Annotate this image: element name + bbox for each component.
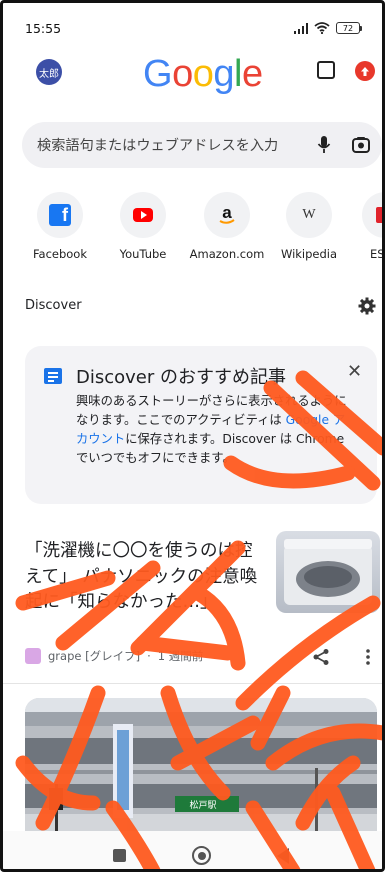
status-bar: 15:55 72 [25, 17, 362, 39]
logo-letter: l [233, 53, 242, 95]
logo-letter: e [241, 53, 263, 95]
promo-body: 興味のあるストーリーがさらに表示されるようになります。ここでのアクティビティは … [76, 394, 347, 465]
feed-divider [3, 683, 382, 684]
article-title[interactable]: 「洗濯機に〇〇を使うのは控えて」 パナソニックの注意喚起に「知らなかった…」 [25, 539, 265, 616]
account-avatar[interactable]: 太郎 [36, 59, 62, 85]
battery-icon: 72 [336, 22, 362, 34]
discover-header: Discover [25, 298, 82, 313]
logo-letter: G [143, 53, 173, 95]
article-thumbnail[interactable] [276, 531, 380, 613]
amazon-icon: a [219, 204, 235, 224]
mic-icon[interactable] [317, 135, 331, 155]
facebook-icon: f [49, 204, 71, 226]
close-icon[interactable]: ✕ [347, 363, 362, 381]
status-time: 15:55 [25, 20, 62, 36]
logo-letter: o [172, 53, 193, 95]
update-icon[interactable] [355, 61, 375, 81]
station-sign: 松戸駅 [189, 799, 216, 811]
shortcut-youtube[interactable]: YouTube [101, 192, 185, 261]
gear-icon[interactable] [358, 297, 376, 315]
espn-icon [376, 207, 382, 223]
search-box[interactable]: 検索語句またはウェブアドレスを入力 [22, 122, 382, 168]
logo-letter: g [213, 53, 234, 95]
svg-text:a: a [222, 204, 232, 222]
wifi-icon [314, 22, 330, 34]
screen: 15:55 72 太郎 Google 検索語句またはウェブアドレスを入力 f F… [0, 0, 385, 872]
article-source: grape [グレイプ] [48, 649, 141, 663]
article-meta: grape [グレイプ] · 1 週間前 [25, 648, 203, 664]
article-time: 1 週間前 [157, 649, 204, 663]
lens-icon[interactable] [351, 135, 371, 155]
recent-apps-button[interactable] [113, 849, 126, 862]
discover-promo-card: Discover のおすすめ記事 ✕ 興味のあるストーリーがさらに表示されるよう… [25, 346, 377, 504]
source-logo-icon [25, 648, 41, 664]
shortcut-wikipedia[interactable]: W Wikipedia [267, 192, 351, 261]
share-icon[interactable] [312, 648, 330, 666]
shortcut-amazon[interactable]: a Amazon.com [185, 192, 269, 261]
youtube-icon [133, 208, 153, 222]
article-feed-icon [44, 368, 62, 384]
google-logo: Google [143, 53, 263, 96]
tab-switcher-icon[interactable] [317, 61, 335, 79]
signal-icon [293, 22, 308, 34]
home-button[interactable] [192, 846, 211, 865]
system-nav-bar [3, 831, 382, 869]
more-options-icon[interactable] [365, 648, 371, 666]
promo-title: Discover のおすすめ記事 [76, 367, 286, 388]
shortcut-espn[interactable]: ESPN [343, 192, 382, 261]
search-input[interactable]: 検索語句またはウェブアドレスを入力 [37, 135, 278, 155]
wikipedia-icon: W [302, 207, 316, 222]
shortcut-facebook[interactable]: f Facebook [18, 192, 102, 261]
article-photo-card[interactable]: 松戸駅 [25, 698, 377, 848]
logo-letter: o [192, 53, 214, 95]
shortcut-tiles: f Facebook YouTube a Amazon.com W Wikipe… [3, 192, 382, 262]
back-button[interactable] [277, 848, 289, 864]
